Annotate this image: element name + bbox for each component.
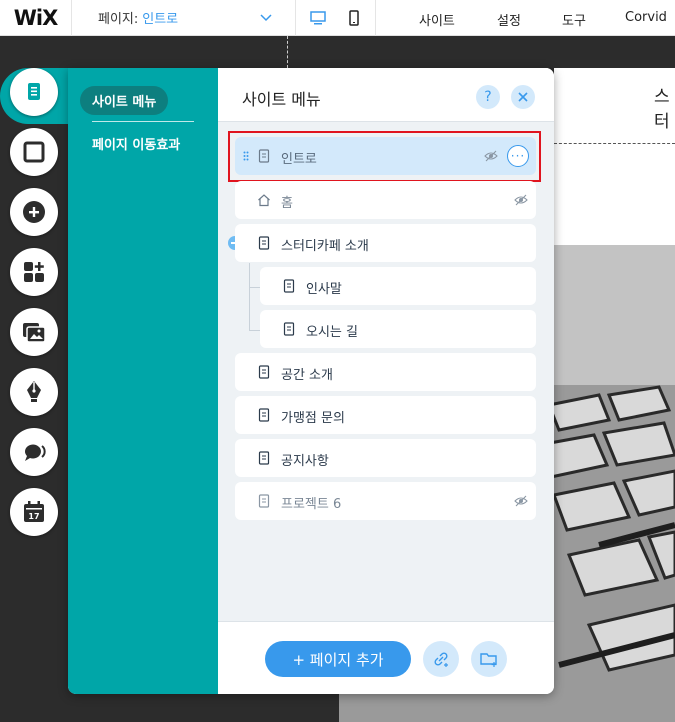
- page-label: 공지사항: [281, 454, 329, 469]
- nav-site-menu[interactable]: 사이트 메뉴: [80, 86, 169, 115]
- menu-site[interactable]: 사이트: [419, 10, 455, 29]
- pages-menu-button[interactable]: [10, 68, 58, 116]
- square-icon: [23, 141, 45, 163]
- page-selector[interactable]: 페이지: 인트로: [72, 0, 296, 36]
- panel-main: 사이트 메뉴 ? 인트로 ··· 홈 스터디카페 소개 인사말 오시는 길 공간…: [218, 68, 554, 694]
- page-item-directions[interactable]: 오시는 길: [260, 310, 536, 348]
- nav-divider: [92, 121, 194, 122]
- page-label: 공간 소개: [281, 368, 333, 383]
- page-label: 인사말: [306, 282, 342, 297]
- add-panel-rail: 17: [0, 68, 68, 558]
- site-menu-panel: 사이트 메뉴 페이지 이동효과 사이트 메뉴 ? 인트로 ··· 홈 스터디카페…: [68, 68, 554, 694]
- blog-button[interactable]: [10, 368, 58, 416]
- help-button[interactable]: ?: [476, 85, 500, 109]
- folder-icon: [480, 653, 497, 667]
- menu-tools[interactable]: 도구: [562, 10, 586, 29]
- chevron-down-icon: [260, 13, 272, 21]
- page-label: 가맹점 문의: [281, 411, 345, 426]
- highlight-annotation: [228, 131, 541, 182]
- page-label: 스터디카페 소개: [281, 239, 369, 254]
- canvas-heading-text[interactable]: 스터: [648, 82, 675, 132]
- page-label: 홈: [281, 196, 293, 211]
- hidden-eye-icon: [514, 194, 528, 206]
- add-button[interactable]: [10, 188, 58, 236]
- close-button[interactable]: [511, 85, 535, 109]
- apps-icon: [24, 262, 44, 282]
- page-item-notice[interactable]: 공지사항: [235, 439, 536, 477]
- page-item-franchise[interactable]: 가맹점 문의: [235, 396, 536, 434]
- panel-title: 사이트 메뉴: [242, 90, 321, 109]
- page-icon: [258, 408, 270, 422]
- image-icon: [23, 323, 46, 343]
- page-item-space[interactable]: 공간 소개: [235, 353, 536, 391]
- desktop-icon[interactable]: [309, 9, 327, 27]
- close-icon: [518, 92, 528, 102]
- link-icon: [434, 652, 448, 667]
- canvas-guide-line: [554, 143, 675, 144]
- canvas-gridline: [287, 36, 288, 68]
- panel-nav: 사이트 메뉴 페이지 이동효과: [68, 68, 218, 694]
- bookings-button[interactable]: 17: [10, 488, 58, 536]
- page-item-greeting[interactable]: 인사말: [260, 267, 536, 305]
- chat-button[interactable]: [10, 428, 58, 476]
- page-label: 프로젝트 6: [281, 497, 342, 512]
- page-selector-label: 페이지:: [98, 12, 139, 27]
- plus-circle-icon: [23, 201, 45, 223]
- page-icon: [258, 365, 270, 379]
- page-item-project6[interactable]: 프로젝트 6: [235, 482, 536, 520]
- chat-icon: [24, 444, 46, 461]
- background-button[interactable]: [10, 128, 58, 176]
- pen-nib-icon: [27, 381, 41, 402]
- panel-header: 사이트 메뉴 ?: [218, 68, 554, 122]
- page-item-home[interactable]: 홈: [235, 181, 536, 219]
- device-switcher: [296, 0, 376, 36]
- wix-logo[interactable]: WiX: [0, 0, 72, 36]
- add-link-button[interactable]: [423, 641, 459, 677]
- add-page-button[interactable]: + 페이지 추가: [265, 641, 411, 677]
- page-item-about[interactable]: 스터디카페 소개: [235, 224, 536, 262]
- panel-footer: + 페이지 추가: [218, 621, 554, 694]
- page-icon: [258, 494, 270, 508]
- add-folder-button[interactable]: [471, 641, 507, 677]
- page-label: 오시는 길: [306, 325, 358, 340]
- menu-settings[interactable]: 설정: [497, 10, 521, 29]
- editor-top-bar: WiX 페이지: 인트로 사이트 설정 도구 Corvid: [0, 0, 675, 36]
- page-icon: [258, 236, 270, 250]
- apps-button[interactable]: [10, 248, 58, 296]
- nav-page-transitions[interactable]: 페이지 이동효과: [92, 134, 180, 153]
- page-icon: [258, 451, 270, 465]
- menu-corvid[interactable]: Corvid: [625, 10, 667, 25]
- svg-text:17: 17: [28, 512, 39, 521]
- page-icon: [283, 322, 295, 336]
- calendar-icon: 17: [24, 501, 44, 522]
- home-icon: [258, 194, 270, 207]
- page-icon: [28, 83, 40, 100]
- page-selector-value: 인트로: [142, 12, 179, 27]
- page-icon: [283, 279, 295, 293]
- media-button[interactable]: [10, 308, 58, 356]
- mobile-icon[interactable]: [345, 9, 363, 27]
- hidden-eye-icon: [514, 495, 528, 507]
